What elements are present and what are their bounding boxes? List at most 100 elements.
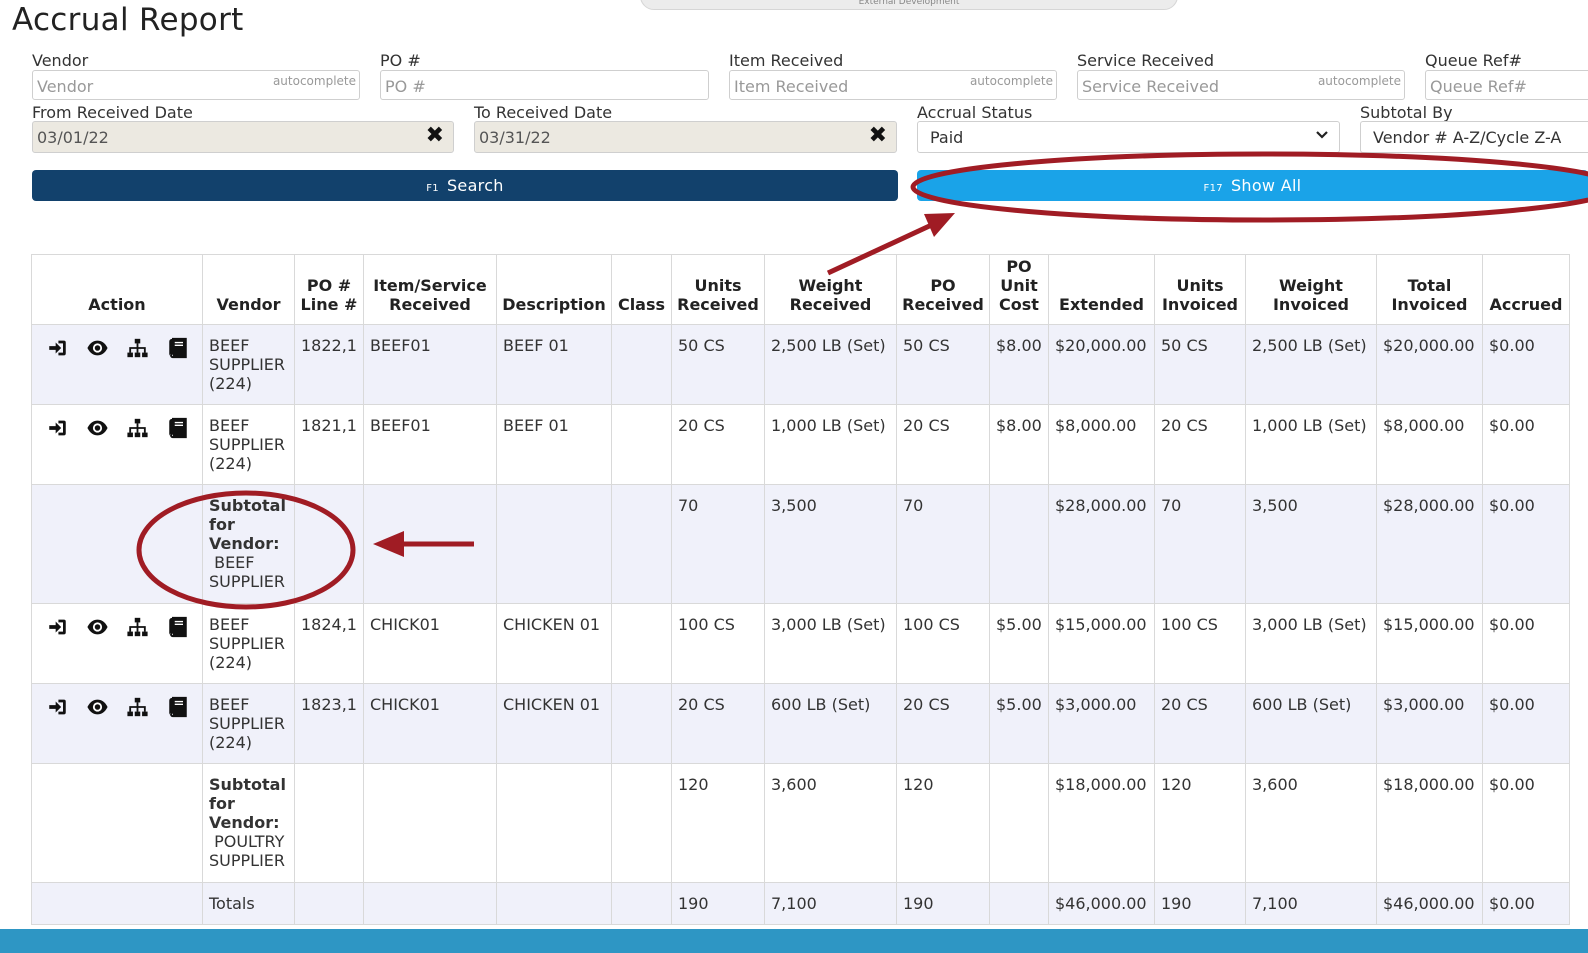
service-received-placeholder: Service Received	[1082, 77, 1220, 96]
row-extended: $8,000.00	[1048, 404, 1155, 485]
eye-icon[interactable]	[86, 696, 109, 718]
sign-in-icon[interactable]	[46, 696, 69, 718]
col-total-invoiced[interactable]: Total Invoiced	[1376, 254, 1483, 325]
row-total-invoiced: $20,000.00	[1376, 324, 1483, 405]
eye-icon[interactable]	[86, 417, 109, 439]
book-icon[interactable]	[166, 616, 189, 638]
row-class	[611, 324, 672, 405]
sitemap-icon[interactable]	[126, 337, 149, 359]
col-action[interactable]: Action	[31, 254, 203, 325]
sign-in-icon[interactable]	[46, 417, 69, 439]
vendor-input[interactable]: Vendor autocomplete	[32, 70, 360, 100]
col-weight-received[interactable]: Weight Received	[764, 254, 897, 325]
sitemap-icon[interactable]	[126, 417, 149, 439]
col-units-received[interactable]: Units Received	[671, 254, 765, 325]
item-received-input[interactable]: Item Received autocomplete	[729, 70, 1057, 100]
row-units-received: 20 CS	[671, 404, 765, 485]
subtotal-by-value: Vendor # A-Z/Cycle Z-A	[1373, 128, 1562, 147]
to-date-label: To Received Date	[474, 103, 613, 122]
col-item-service[interactable]: Item/Service Received	[363, 254, 497, 325]
close-icon[interactable]: ✖	[426, 123, 444, 148]
row-actions	[31, 683, 203, 764]
row-po-unit-cost: $8.00	[989, 324, 1049, 405]
subtotal-units-invoiced: 120	[1154, 763, 1246, 883]
accrual-status-label: Accrual Status	[917, 103, 1033, 122]
row-units-invoiced: 100 CS	[1154, 603, 1246, 684]
row-po-unit-cost: $5.00	[989, 683, 1049, 764]
row-po-received: 50 CS	[896, 324, 990, 405]
close-icon[interactable]: ✖	[869, 123, 887, 148]
accrual-status-value: Paid	[930, 128, 964, 147]
subtotal-by-label: Subtotal By	[1360, 103, 1453, 122]
totals-units-received: 190	[671, 882, 765, 925]
subtotal-accrued: $0.00	[1482, 484, 1570, 604]
search-shortcut-key: F1	[426, 183, 439, 194]
row-vendor: BEEF SUPPLIER (224)	[202, 324, 295, 405]
search-button[interactable]: F1 Search	[32, 170, 898, 201]
subtotal-po-received: 70	[896, 484, 990, 604]
row-weight-invoiced: 2,500 LB (Set)	[1245, 324, 1377, 405]
eye-icon[interactable]	[86, 337, 109, 359]
row-item: CHICK01	[363, 603, 497, 684]
item-received-placeholder: Item Received	[734, 77, 849, 96]
accrual-report-table: Action Vendor PO # Line # Item/Service Rec…	[31, 254, 1570, 925]
arrow-to-show-all-head	[924, 213, 955, 237]
col-extended[interactable]: Extended	[1048, 254, 1155, 325]
book-icon[interactable]	[166, 417, 189, 439]
col-class[interactable]: Class	[611, 254, 672, 325]
from-date-input[interactable]: 03/01/22 ✖	[32, 121, 454, 153]
subtotal-weight-received: 3,600	[764, 763, 897, 883]
col-vendor[interactable]: Vendor	[202, 254, 295, 325]
sitemap-icon[interactable]	[126, 616, 149, 638]
totals-total-invoiced: $46,000.00	[1376, 882, 1483, 925]
service-autocomplete-hint: autocomplete	[1317, 74, 1401, 88]
row-class	[611, 683, 672, 764]
subtotal-row: Subtotal for Vendor: POULTRY SUPPLIER 120 3…	[31, 763, 1570, 883]
sign-in-icon[interactable]	[46, 616, 69, 638]
po-input[interactable]: PO #	[380, 70, 709, 100]
eye-icon[interactable]	[86, 616, 109, 638]
to-date-input[interactable]: 03/31/22 ✖	[474, 121, 897, 153]
vendor-autocomplete-hint: autocomplete	[272, 74, 356, 88]
book-icon[interactable]	[166, 337, 189, 359]
row-weight-received: 2,500 LB (Set)	[764, 324, 897, 405]
row-vendor: BEEF SUPPLIER (224)	[202, 683, 295, 764]
row-accrued: $0.00	[1482, 324, 1570, 405]
subtotal-weight-received: 3,500	[764, 484, 897, 604]
sitemap-icon[interactable]	[126, 696, 149, 718]
item-autocomplete-hint: autocomplete	[969, 74, 1053, 88]
row-accrued: $0.00	[1482, 404, 1570, 485]
po-placeholder: PO #	[385, 77, 426, 96]
row-units-invoiced: 20 CS	[1154, 683, 1246, 764]
row-po-received: 100 CS	[896, 603, 990, 684]
show-all-button[interactable]: F17 Show All	[917, 170, 1588, 201]
queue-ref-input[interactable]: Queue Ref#	[1425, 70, 1588, 100]
col-po-received[interactable]: PO Received	[896, 254, 990, 325]
table-row: BEEF SUPPLIER (224) 1824,1 CHICK01 CHICKEN…	[31, 603, 1570, 684]
sign-in-icon[interactable]	[46, 337, 69, 359]
table-row: BEEF SUPPLIER (224) 1823,1 CHICK01 CHICKEN…	[31, 683, 1570, 764]
row-weight-invoiced: 3,000 LB (Set)	[1245, 603, 1377, 684]
row-po-line: 1824,1	[294, 603, 364, 684]
col-po-line[interactable]: PO # Line #	[294, 254, 364, 325]
row-weight-received: 600 LB (Set)	[764, 683, 897, 764]
book-icon[interactable]	[166, 696, 189, 718]
accrual-status-select[interactable]: Paid	[917, 121, 1340, 153]
subtotal-by-select[interactable]: Vendor # A-Z/Cycle Z-A	[1360, 121, 1588, 153]
service-received-label: Service Received	[1077, 51, 1215, 70]
service-received-input[interactable]: Service Received autocomplete	[1077, 70, 1405, 100]
subtotal-total-invoiced: $18,000.00	[1376, 763, 1483, 883]
col-po-unit-cost[interactable]: PO Unit Cost	[989, 254, 1049, 325]
row-total-invoiced: $15,000.00	[1376, 603, 1483, 684]
col-weight-invoiced[interactable]: Weight Invoiced	[1245, 254, 1377, 325]
environment-tab: External Development	[640, 0, 1178, 10]
col-accrued[interactable]: Accrued	[1482, 254, 1570, 325]
col-description[interactable]: Description	[496, 254, 612, 325]
po-label: PO #	[380, 51, 421, 70]
row-po-unit-cost: $5.00	[989, 603, 1049, 684]
subtotal-total-invoiced: $28,000.00	[1376, 484, 1483, 604]
row-description: BEEF 01	[496, 404, 612, 485]
col-units-invoiced[interactable]: Units Invoiced	[1154, 254, 1246, 325]
totals-label: Totals	[202, 882, 295, 925]
row-description: CHICKEN 01	[496, 603, 612, 684]
